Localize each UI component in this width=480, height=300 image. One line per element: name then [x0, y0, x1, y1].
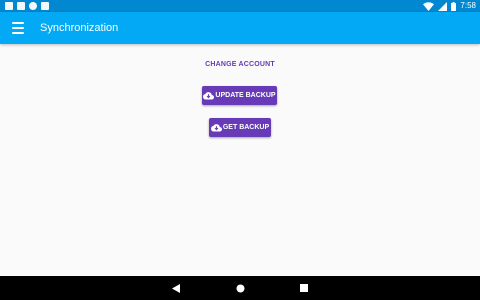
system-icons: 7:58	[423, 0, 476, 12]
update-backup-button[interactable]: UPDATE BACKUP	[202, 86, 277, 105]
mail-icon	[17, 2, 25, 10]
cell-signal-icon	[438, 1, 448, 11]
page-title: Synchronization	[40, 22, 119, 34]
notification-icons	[5, 2, 49, 10]
wifi-icon	[423, 1, 435, 11]
clipboard-icon	[41, 2, 49, 10]
app-bar: Synchronization	[0, 12, 480, 44]
cloud-download-icon	[210, 123, 222, 132]
main-content: CHANGE ACCOUNT UPDATE BACKUP GET BACKUP	[0, 44, 480, 276]
status-bar: 7:58	[0, 0, 480, 12]
update-backup-label: UPDATE BACKUP	[215, 92, 276, 99]
battery-icon	[451, 1, 457, 11]
home-circle-icon[interactable]	[228, 276, 252, 300]
cloud-download-icon	[203, 91, 215, 100]
get-backup-button[interactable]: GET BACKUP	[209, 118, 271, 137]
recents-square-icon[interactable]	[292, 276, 316, 300]
change-account-button[interactable]: CHANGE ACCOUNT	[190, 58, 290, 70]
navigation-bar	[0, 276, 480, 300]
status-time: 7:58	[460, 1, 476, 10]
get-backup-label: GET BACKUP	[222, 124, 270, 131]
sync-icon	[29, 2, 37, 10]
app-notification-icon	[5, 2, 13, 10]
back-triangle-icon[interactable]	[164, 276, 188, 300]
menu-icon[interactable]	[12, 22, 24, 34]
